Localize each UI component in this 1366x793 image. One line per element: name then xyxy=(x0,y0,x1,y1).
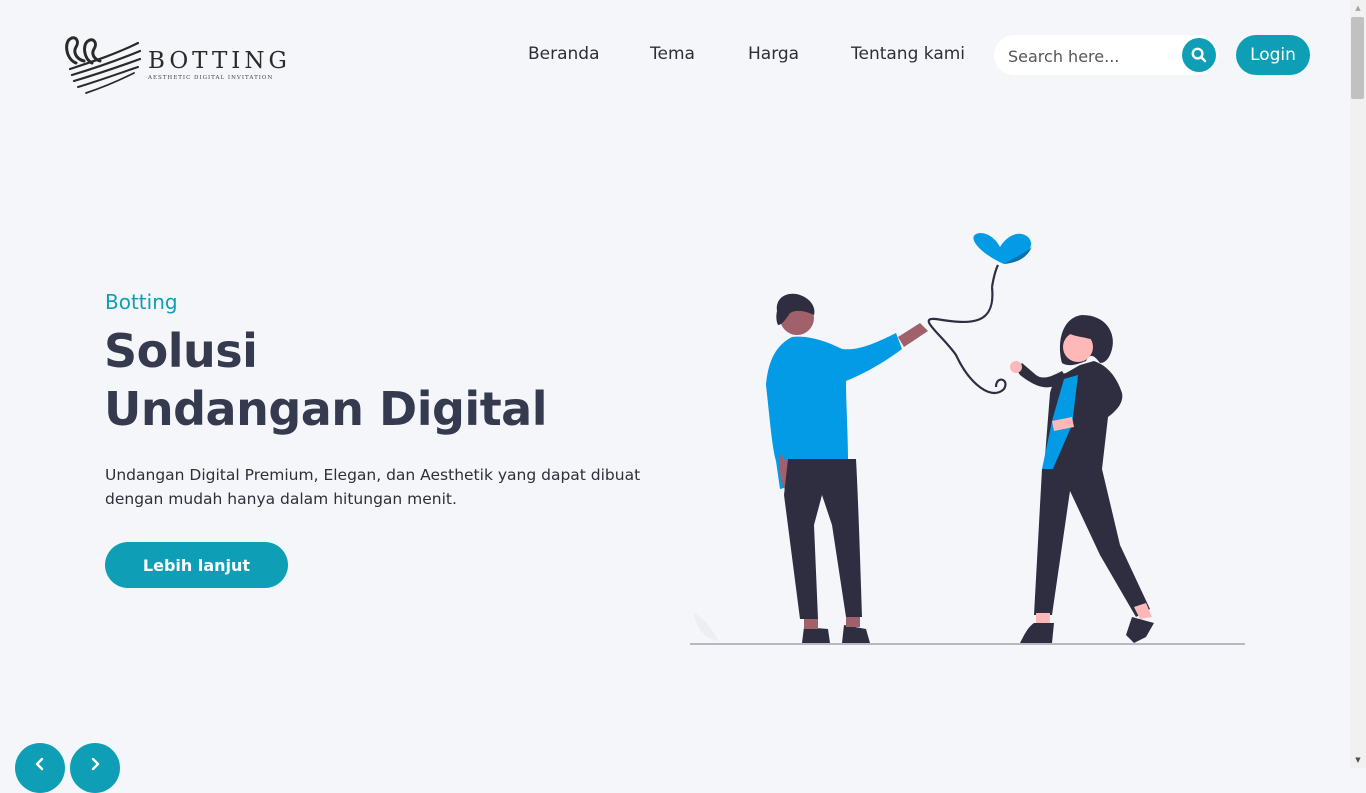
chevron-right-icon xyxy=(91,757,100,771)
scroll-up-arrow-icon[interactable]: ▲ xyxy=(1350,0,1366,16)
swan-logo-icon xyxy=(65,36,142,94)
hero-title-line-1: Solusi xyxy=(104,324,258,378)
logo-text: BOTTING AESTHETIC DIGITAL INVITATION xyxy=(148,49,291,81)
login-button[interactable]: Login xyxy=(1236,35,1310,75)
page-scrollbar[interactable]: ▲ ▼ xyxy=(1350,0,1366,768)
logo[interactable]: BOTTING AESTHETIC DIGITAL INVITATION xyxy=(62,33,291,97)
man-figure xyxy=(766,293,928,643)
hero-description: Undangan Digital Premium, Elegan, dan Ae… xyxy=(105,466,641,508)
navbar: BOTTING AESTHETIC DIGITAL INVITATION Ber… xyxy=(0,0,1350,110)
logo-name: BOTTING xyxy=(148,48,291,74)
nav-link-beranda[interactable]: Beranda xyxy=(528,44,600,64)
nav-link-tema[interactable]: Tema xyxy=(650,44,695,64)
search-box xyxy=(994,35,1218,75)
carousel-next-button[interactable] xyxy=(70,743,120,793)
search-input[interactable] xyxy=(1006,44,1180,68)
scroll-thumb[interactable] xyxy=(1351,17,1364,99)
hero-subtitle: Botting xyxy=(105,290,178,314)
hero-title-line-2: Undangan Digital xyxy=(104,382,548,436)
search-button[interactable] xyxy=(1182,38,1216,72)
nav-link-harga[interactable]: Harga xyxy=(748,44,799,64)
hero-title: Solusi Undangan Digital xyxy=(104,322,548,438)
nav-link-tentang-kami[interactable]: Tentang kami xyxy=(851,44,965,64)
couple-heart-balloon-illustration xyxy=(690,233,1245,645)
search-icon xyxy=(1191,47,1207,63)
learn-more-button[interactable]: Lebih lanjut xyxy=(105,542,288,588)
woman-figure xyxy=(1010,315,1154,643)
carousel-prev-button[interactable] xyxy=(15,743,65,793)
logo-tagline: AESTHETIC DIGITAL INVITATION xyxy=(148,75,274,81)
scroll-down-arrow-icon[interactable]: ▼ xyxy=(1350,752,1366,768)
chevron-left-icon xyxy=(35,757,44,771)
